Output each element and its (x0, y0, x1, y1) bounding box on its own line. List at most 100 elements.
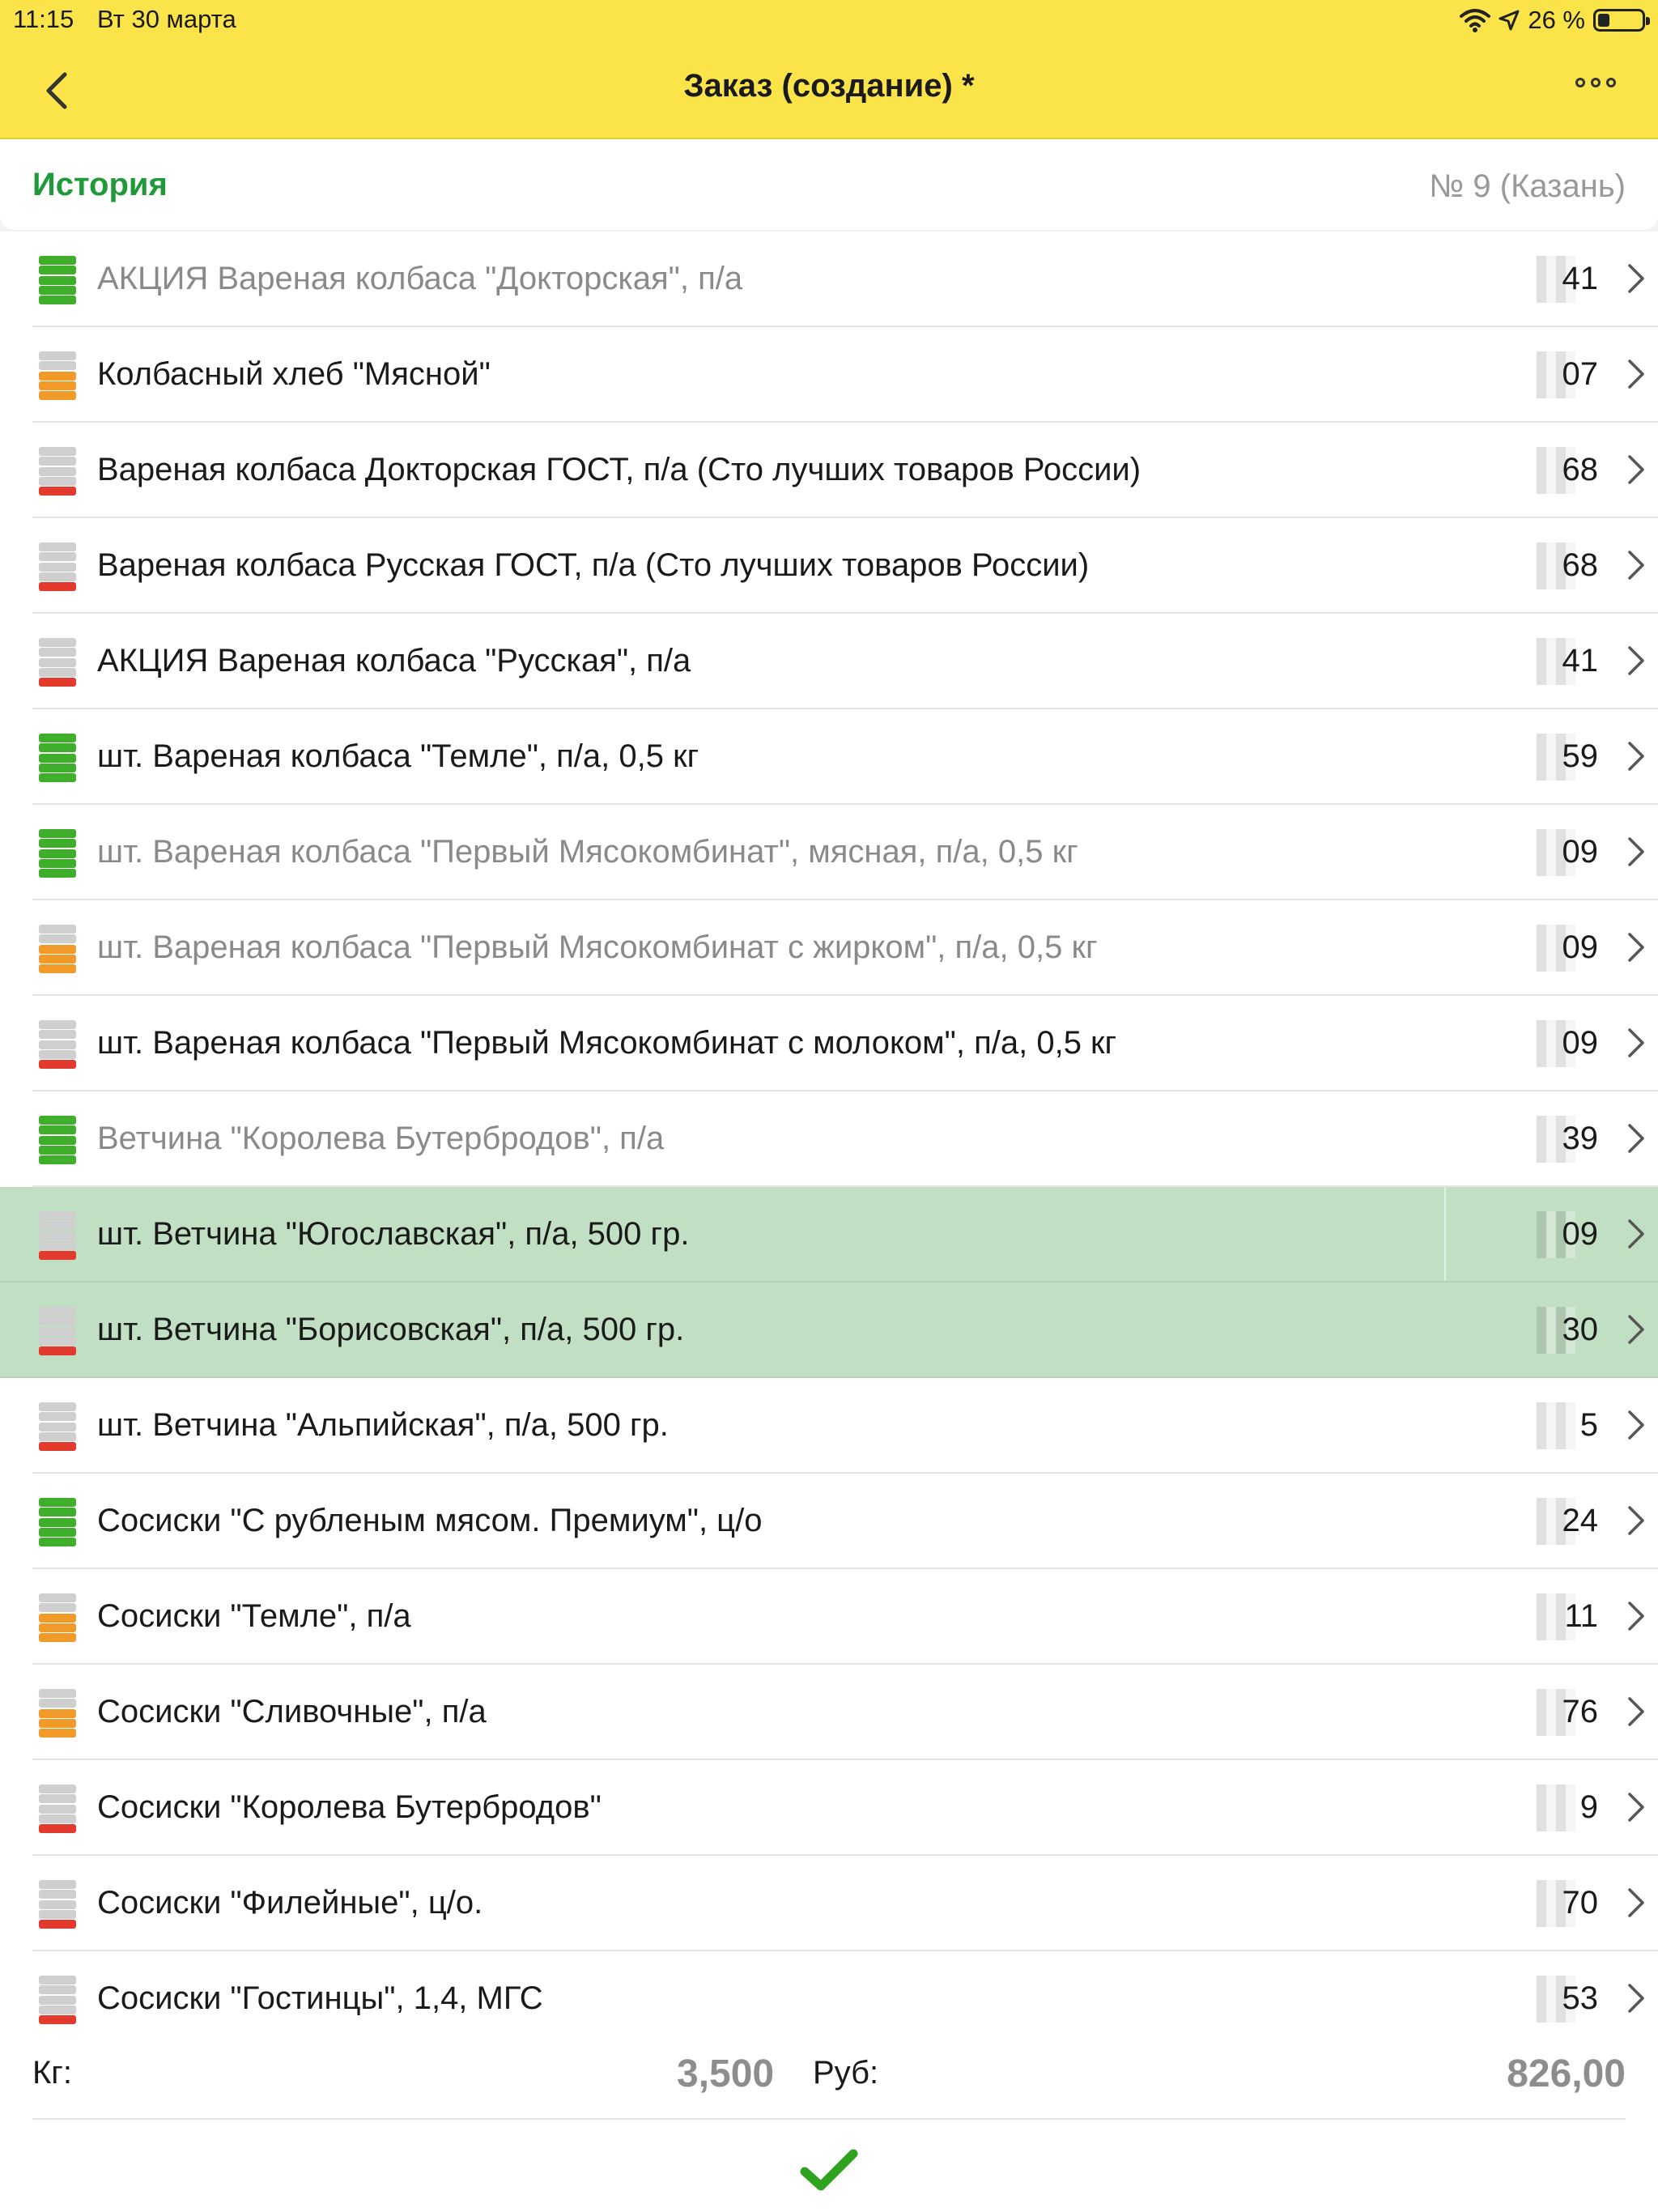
list-item[interactable]: шт. Вареная колбаса "Первый Мясокомбинат… (32, 805, 1658, 900)
list-item[interactable]: шт. Вареная колбаса "Первый Мясокомбинат… (32, 996, 1658, 1091)
stock-bar (39, 934, 76, 944)
kg-label: Кг: (32, 2055, 73, 2091)
stock-bar (39, 1729, 76, 1738)
stock-bar (39, 1221, 76, 1231)
stock-bar (39, 1402, 76, 1411)
stock-bar (39, 1040, 76, 1049)
item-name: Ветчина "Королева Бутербродов", п/а (97, 1121, 665, 1156)
chevron-right-icon[interactable] (1626, 547, 1647, 583)
stock-bar (39, 1145, 76, 1155)
chevron-right-icon[interactable] (1626, 452, 1647, 487)
stock-bar (39, 447, 76, 456)
stock-bar (39, 1307, 76, 1316)
list-item[interactable]: АКЦИЯ Вареная колбаса "Русская", п/а 41 (32, 614, 1658, 709)
list-item[interactable]: шт. Вареная колбаса "Первый Мясокомбинат… (32, 900, 1658, 996)
stock-bar (39, 1431, 76, 1441)
stock-level-icon (39, 542, 76, 591)
stock-bar (39, 572, 76, 581)
stock-level-icon (39, 1880, 76, 1929)
stock-bar (39, 925, 76, 934)
list-item[interactable]: АКЦИЯ Вареная колбаса "Докторская", п/а 4… (32, 232, 1658, 327)
row-divider (1444, 1187, 1446, 1281)
stock-bar (39, 1995, 76, 2005)
wifi-icon (1460, 9, 1491, 32)
chevron-right-icon[interactable] (1626, 1216, 1647, 1252)
list-item[interactable]: Вареная колбаса Докторская ГОСТ, п/а (Ст… (32, 423, 1658, 518)
item-value: 59 (1562, 738, 1599, 774)
item-value: 76 (1562, 1694, 1599, 1729)
stock-bar (39, 667, 76, 677)
list-item[interactable]: Сосиски "Королева Бутербродов" 9 (32, 1760, 1658, 1856)
kg-total: 3,500 (677, 2052, 775, 2095)
list-item[interactable]: Сосиски "С рубленым мясом. Премиум", ц/о… (32, 1474, 1658, 1569)
stock-bar (39, 763, 76, 772)
chevron-right-icon[interactable] (1626, 1407, 1647, 1443)
confirm-button[interactable] (800, 2147, 858, 2193)
item-value: 70 (1562, 1885, 1599, 1921)
chevron-right-icon[interactable] (1626, 834, 1647, 870)
more-dots-icon (1575, 78, 1585, 87)
stock-bar (39, 1699, 76, 1708)
chevron-right-icon[interactable] (1626, 356, 1647, 392)
stock-bar (39, 1538, 76, 1546)
chevron-right-icon[interactable] (1626, 1121, 1647, 1156)
chevron-right-icon[interactable] (1626, 261, 1647, 296)
checkmark-icon (800, 2149, 858, 2191)
chevron-right-icon[interactable] (1626, 1980, 1647, 2016)
chevron-right-icon[interactable] (1626, 1503, 1647, 1538)
list-item[interactable]: шт. Ветчина "Борисовская", п/а, 500 гр. 3… (0, 1283, 1658, 1378)
stock-bar (39, 466, 76, 476)
history-link[interactable]: История (32, 167, 168, 203)
stock-level-icon (39, 1689, 76, 1738)
stock-bar (39, 839, 76, 849)
stock-bar (39, 562, 76, 572)
chevron-right-icon[interactable] (1626, 1789, 1647, 1825)
chevron-right-icon[interactable] (1626, 1312, 1647, 1347)
chevron-right-icon[interactable] (1626, 643, 1647, 678)
chevron-right-icon[interactable] (1626, 1694, 1647, 1729)
list-item[interactable]: шт. Ветчина "Альпийская", п/а, 500 гр. 5 (32, 1378, 1658, 1474)
back-button[interactable] (37, 66, 78, 115)
stock-bar (39, 1920, 76, 1929)
stock-bar (39, 1326, 76, 1336)
stock-level-icon (39, 351, 76, 400)
stock-bar (39, 1899, 76, 1909)
chevron-right-icon[interactable] (1626, 738, 1647, 774)
list-item[interactable]: Сосиски "Темле", п/а 11 (32, 1569, 1658, 1665)
list-item[interactable]: Сосиски "Сливочные", п/а 76 (32, 1665, 1658, 1760)
item-name: Колбасный хлеб "Мясной" (97, 356, 491, 392)
stock-bar (39, 1784, 76, 1793)
more-button[interactable] (1575, 78, 1616, 87)
chevron-right-icon[interactable] (1626, 1025, 1647, 1061)
stock-level-icon (39, 1211, 76, 1260)
list-item[interactable]: шт. Ветчина "Югославская", п/а, 500 гр. 0… (0, 1187, 1658, 1283)
list-item[interactable]: Колбасный хлеб "Мясной" 07 (32, 327, 1658, 423)
stock-bar (39, 296, 76, 304)
item-value: 5 (1579, 1407, 1598, 1443)
stock-bar (39, 1336, 76, 1346)
list-item[interactable]: шт. Вареная колбаса "Темле", п/а, 0,5 кг… (32, 709, 1658, 805)
stock-bar (39, 869, 76, 878)
stock-bar (39, 657, 76, 667)
stock-level-icon (39, 638, 76, 687)
stock-level-icon (39, 1784, 76, 1833)
chevron-right-icon[interactable] (1626, 929, 1647, 965)
list-item[interactable]: Вареная колбаса Русская ГОСТ, п/а (Сто л… (32, 518, 1658, 614)
stock-bar (39, 266, 76, 275)
item-value: 07 (1562, 356, 1599, 392)
list-item[interactable]: Сосиски "Филейные", ц/о. 70 (32, 1856, 1658, 1951)
list-item[interactable]: Ветчина "Королева Бутербродов", п/а 39 (32, 1091, 1658, 1187)
chevron-right-icon[interactable] (1626, 1598, 1647, 1634)
stock-level-icon (39, 734, 76, 782)
chevron-right-icon[interactable] (1626, 1885, 1647, 1921)
item-value: 09 (1562, 1216, 1599, 1252)
stock-bar (39, 1498, 76, 1507)
stock-bar (39, 964, 76, 973)
redacted-value (1537, 1402, 1575, 1449)
stock-bar (39, 351, 76, 360)
item-name: шт. Ветчина "Югославская", п/а, 500 гр. (97, 1216, 690, 1252)
item-value: 9 (1579, 1789, 1598, 1825)
stock-bar (39, 1060, 76, 1069)
stock-bar (39, 391, 76, 400)
stock-level-icon (39, 1976, 76, 2024)
